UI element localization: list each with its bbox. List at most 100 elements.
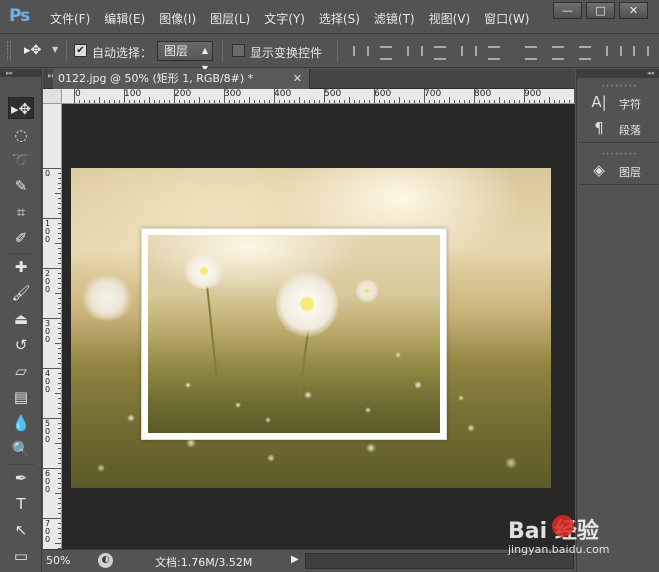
distribute-vcenter-icon[interactable]: [549, 43, 567, 60]
move-tool-icon[interactable]: ▸✥: [8, 97, 34, 119]
menu-window[interactable]: 窗口(W): [484, 10, 529, 27]
horizontal-ruler[interactable]: 0 100 200 300 400 500 600 700 800 900: [62, 89, 575, 104]
ruler-origin[interactable]: [43, 89, 62, 104]
ruler-tick: [58, 273, 61, 274]
rectangle-tool-icon[interactable]: ▭: [8, 545, 34, 567]
distribute-top-icon[interactable]: [522, 43, 540, 60]
ruler-tick: [514, 100, 515, 103]
ruler-tick: [194, 100, 195, 103]
path-select-tool-icon[interactable]: ↖: [8, 519, 34, 541]
ruler-h-label: 100: [124, 89, 142, 99]
menu-edit[interactable]: 编辑(E): [104, 10, 145, 27]
ruler-tick: [43, 218, 61, 219]
status-menu-arrow-icon[interactable]: ▶: [291, 554, 299, 565]
ruler-tick: [344, 100, 345, 103]
ruler-tick: [309, 100, 310, 103]
ruler-v-label: 0: [45, 169, 51, 178]
ruler-tick: [429, 100, 430, 103]
ruler-tick: [339, 100, 340, 103]
align-hcenter-icon[interactable]: [458, 43, 477, 59]
ruler-tick: [234, 100, 235, 103]
framed-rectangle-layer[interactable]: [141, 228, 447, 440]
menu-image[interactable]: 图像(I): [159, 10, 196, 27]
horizontal-scrollbar[interactable]: [305, 553, 574, 569]
options-bar: ▸✥ ▼ ✔ 自动选择： 图层 ▲▼ 显示变换控件: [0, 35, 659, 73]
distribute-left-icon[interactable]: [603, 43, 622, 59]
align-left-icon[interactable]: [431, 43, 449, 60]
restore-button[interactable]: □: [586, 2, 615, 19]
lasso-tool-icon[interactable]: ➰: [8, 149, 34, 171]
panel-layers[interactable]: ◈ 图层: [581, 158, 658, 184]
document-tab-title: 0122.jpg @ 50% (矩形 1, RGB/8#) *: [58, 72, 254, 85]
close-window-button[interactable]: ✕: [619, 2, 648, 19]
photo-background-layer[interactable]: [71, 168, 551, 488]
align-top-icon[interactable]: [350, 43, 369, 59]
pen-tool-icon[interactable]: ✒: [8, 467, 34, 489]
crop-tool-icon[interactable]: ⌗: [8, 201, 34, 223]
panel-paragraph-label: 段落: [619, 124, 641, 137]
marquee-tool-icon[interactable]: ◌: [8, 124, 34, 146]
menu-filter[interactable]: 滤镜(T): [374, 10, 415, 27]
ruler-tick: [99, 97, 100, 103]
document-profile-icon[interactable]: ◐: [98, 553, 113, 568]
history-brush-tool-icon[interactable]: ↺: [8, 334, 34, 356]
divider: [8, 253, 34, 254]
ruler-tick: [174, 89, 175, 103]
close-tab-icon[interactable]: ✕: [293, 69, 302, 89]
ruler-tick: [58, 328, 61, 329]
document-canvas[interactable]: [62, 104, 575, 549]
align-right-icon[interactable]: [485, 43, 503, 60]
align-bottom-icon[interactable]: [404, 43, 423, 59]
ruler-tick: [484, 100, 485, 103]
ruler-tick: [324, 89, 325, 103]
ruler-tick: [58, 453, 61, 454]
panel-dock-collapse-icon[interactable]: ◂◂: [576, 69, 659, 78]
ruler-tick: [58, 333, 61, 334]
auto-select-target-dropdown[interactable]: 图层 ▲▼: [157, 41, 213, 73]
eyedropper-tool-icon[interactable]: ✐: [8, 227, 34, 249]
distribute-bottom-icon[interactable]: [576, 43, 594, 60]
quick-select-tool-icon[interactable]: ✎: [8, 175, 34, 197]
ruler-tick: [58, 223, 61, 224]
ruler-tick: [58, 383, 61, 384]
options-bar-grip[interactable]: [7, 41, 11, 61]
ruler-tick: [544, 100, 545, 103]
menu-select[interactable]: 选择(S): [319, 10, 360, 27]
move-tool-preset-icon[interactable]: ▸✥: [24, 43, 41, 58]
brush-tool-icon[interactable]: 🖌: [8, 282, 34, 304]
ruler-tick: [58, 463, 61, 464]
ruler-tick: [134, 100, 135, 103]
clone-stamp-tool-icon[interactable]: ⏏: [8, 308, 34, 330]
ruler-tick: [89, 100, 90, 103]
ruler-tick: [334, 100, 335, 103]
ruler-tick: [119, 100, 120, 103]
ruler-tick: [55, 393, 61, 394]
panel-character[interactable]: A| 字符: [581, 90, 658, 116]
menu-type[interactable]: 文字(Y): [264, 10, 305, 27]
panel-paragraph[interactable]: ¶ 段落: [581, 116, 658, 142]
chevron-down-icon[interactable]: ▼: [52, 45, 58, 54]
ruler-tick: [139, 100, 140, 103]
ruler-tick: [404, 100, 405, 103]
eraser-tool-icon[interactable]: ▱: [8, 360, 34, 382]
ruler-tick: [439, 100, 440, 103]
menu-view[interactable]: 视图(V): [429, 10, 471, 27]
blur-tool-icon[interactable]: 💧: [8, 412, 34, 434]
zoom-level[interactable]: 50%: [46, 554, 70, 567]
healing-brush-tool-icon[interactable]: ✚: [8, 256, 34, 278]
tools-panel-collapse-icon[interactable]: ▸▸: [0, 69, 41, 77]
vertical-ruler[interactable]: 0 1 0 0 2 0 0 3 0 0 4 0 0 5 0 0 6 0 0 7 …: [43, 104, 62, 549]
type-tool-icon[interactable]: T: [8, 493, 34, 515]
flower-stem: [206, 284, 218, 375]
distribute-hcenter-icon[interactable]: [630, 43, 649, 59]
menu-file[interactable]: 文件(F): [50, 10, 90, 27]
dodge-tool-icon[interactable]: 🔍: [8, 438, 34, 460]
show-transform-checkbox[interactable]: [232, 44, 245, 57]
ruler-tick: [379, 100, 380, 103]
document-tab[interactable]: 0122.jpg @ 50% (矩形 1, RGB/8#) * ✕: [53, 69, 310, 89]
align-vcenter-icon[interactable]: [377, 43, 395, 60]
minimize-button[interactable]: —: [553, 2, 582, 19]
gradient-tool-icon[interactable]: ▤: [8, 386, 34, 408]
auto-select-checkbox[interactable]: ✔: [74, 44, 87, 57]
menu-layer[interactable]: 图层(L): [210, 10, 250, 27]
